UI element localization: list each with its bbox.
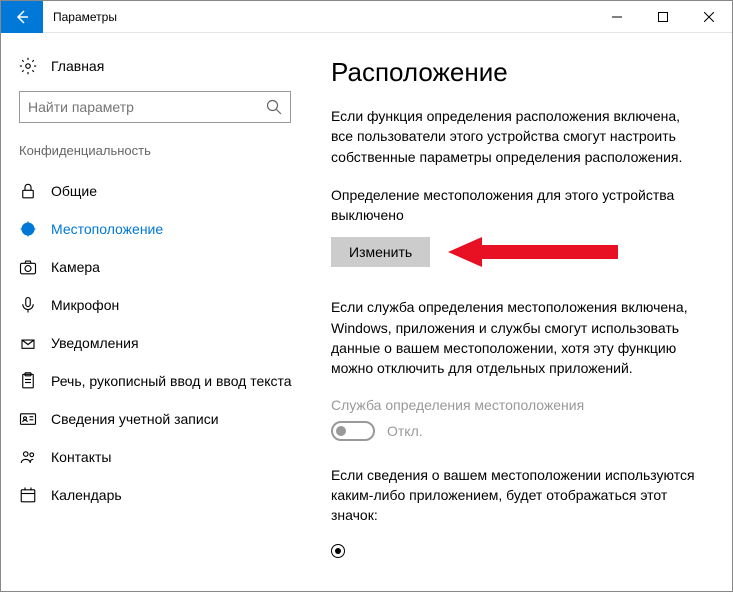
window-title: Параметры	[43, 10, 594, 24]
service-description: Если служба определения местоположения в…	[331, 297, 702, 378]
gear-icon	[19, 57, 37, 75]
indicator-text: Если сведения о вашем местоположении исп…	[331, 465, 702, 526]
approximate-location-heading: Приблизительное расположение	[331, 588, 702, 591]
sidebar-item-location[interactable]: Местоположение	[15, 210, 311, 248]
back-button[interactable]	[1, 1, 43, 33]
search-icon	[266, 99, 282, 115]
sidebar-item-notifications[interactable]: Уведомления	[15, 324, 311, 362]
sidebar-item-contacts[interactable]: Контакты	[15, 438, 311, 476]
sidebar-item-general[interactable]: Общие	[15, 172, 311, 210]
home-label: Главная	[51, 58, 104, 74]
intro-text: Если функция определения расположения вк…	[331, 106, 702, 167]
camera-icon	[19, 258, 37, 276]
main-content: Расположение Если функция определения ра…	[311, 33, 732, 591]
people-icon	[19, 448, 37, 466]
toggle-state-label: Откл.	[387, 423, 423, 439]
home-nav[interactable]: Главная	[19, 51, 311, 81]
sidebar-item-label: Календарь	[51, 487, 122, 503]
sidebar-item-account[interactable]: Сведения учетной записи	[15, 400, 311, 438]
sidebar-item-label: Сведения учетной записи	[51, 411, 219, 427]
location-icon	[19, 220, 37, 238]
section-label: Конфиденциальность	[19, 143, 311, 158]
titlebar: Параметры	[1, 1, 732, 33]
sidebar-item-calendar[interactable]: Календарь	[15, 476, 311, 514]
sidebar-item-label: Речь, рукописный ввод и ввод текста	[51, 373, 292, 389]
sidebar-item-microphone[interactable]: Микрофон	[15, 286, 311, 324]
sidebar-item-label: Общие	[51, 183, 97, 199]
search-input[interactable]	[28, 99, 266, 115]
lock-icon	[19, 182, 37, 200]
page-title: Расположение	[331, 57, 702, 88]
microphone-icon	[19, 296, 37, 314]
sidebar-item-label: Местоположение	[51, 221, 163, 237]
bell-icon	[19, 334, 37, 352]
search-box[interactable]	[19, 91, 291, 123]
change-button[interactable]: Изменить	[331, 237, 430, 267]
location-service-label: Служба определения местоположения	[331, 397, 702, 413]
sidebar-item-speech[interactable]: Речь, рукописный ввод и ввод текста	[15, 362, 311, 400]
sidebar-item-label: Камера	[51, 259, 100, 275]
sidebar-item-label: Уведомления	[51, 335, 139, 351]
location-service-toggle[interactable]	[331, 421, 375, 441]
location-indicator-icon	[331, 544, 345, 558]
minimize-button[interactable]	[594, 1, 640, 33]
arrow-left-icon	[14, 9, 30, 25]
window-controls	[594, 1, 732, 33]
clipboard-icon	[19, 372, 37, 390]
sidebar-item-label: Микрофон	[51, 297, 119, 313]
maximize-button[interactable]	[640, 1, 686, 33]
close-button[interactable]	[686, 1, 732, 33]
person-card-icon	[19, 410, 37, 428]
sidebar: Главная Конфиденциальность Общие Местопо…	[1, 33, 311, 591]
arrow-annotation	[448, 235, 618, 269]
sidebar-item-camera[interactable]: Камера	[15, 248, 311, 286]
calendar-icon	[19, 486, 37, 504]
device-location-status: Определение местоположения для этого уст…	[331, 185, 702, 226]
sidebar-item-label: Контакты	[51, 449, 111, 465]
